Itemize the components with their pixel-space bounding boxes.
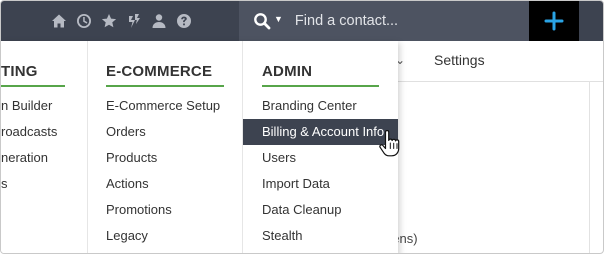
menu-item-users[interactable]: Users [243,145,398,171]
stack-icon[interactable] [126,13,142,29]
menu-list: Branding Center Billing & Account Info U… [243,93,398,249]
column-heading: TING [1,63,38,80]
settings-link[interactable]: Settings [434,52,485,68]
column-underline [1,85,65,87]
mega-dropdown-menu: TING n Builder roadcasts neration s E-CO… [1,41,398,253]
menu-column-marketing: TING n Builder roadcasts neration s [1,41,86,253]
help-icon[interactable] [176,13,192,29]
column-underline [262,85,379,87]
menu-item-legacy[interactable]: Legacy [88,223,242,249]
column-heading: ADMIN [262,63,313,80]
search-icon [254,13,271,30]
menu-item-actions[interactable]: Actions [88,171,242,197]
menu-item-billing-account-info[interactable]: Billing & Account Info [243,119,398,145]
column-heading: E-COMMERCE [106,63,213,80]
menu-item[interactable]: neration [1,145,86,171]
app-frame: ▼ ⌄ Settings eens) TING n Builder roadca… [0,0,604,254]
contact-search: ▼ [239,1,529,41]
menu-list: n Builder roadcasts neration s [1,93,86,197]
add-button[interactable] [529,1,579,41]
menu-item-data-cleanup[interactable]: Data Cleanup [243,197,398,223]
clock-icon[interactable] [76,13,92,29]
menu-item-orders[interactable]: Orders [88,119,242,145]
menu-item-stealth[interactable]: Stealth [243,223,398,249]
menu-item[interactable]: n Builder [1,93,86,119]
menu-item[interactable]: s [1,171,86,197]
menu-item-import-data[interactable]: Import Data [243,171,398,197]
menu-item-branding-center[interactable]: Branding Center [243,93,398,119]
scrollbar-track[interactable] [589,81,590,253]
home-icon[interactable] [51,13,67,29]
star-icon[interactable] [101,13,117,29]
menu-item-products[interactable]: Products [88,145,242,171]
search-type-button[interactable]: ▼ [253,12,283,30]
menu-list: E-Commerce Setup Orders Products Actions… [88,93,242,249]
column-underline [106,85,224,87]
caret-down-icon: ▼ [274,14,283,24]
menu-item-ecommerce-setup[interactable]: E-Commerce Setup [88,93,242,119]
plus-icon [544,11,564,31]
menu-column-ecommerce: E-COMMERCE E-Commerce Setup Orders Produ… [87,41,242,253]
menu-column-admin: ADMIN Branding Center Billing & Account … [242,41,398,253]
person-icon[interactable] [151,13,167,29]
menu-item[interactable]: roadcasts [1,119,86,145]
divider [398,81,603,82]
menu-item-promotions[interactable]: Promotions [88,197,242,223]
top-navigation-bar: ▼ [1,1,603,41]
search-input[interactable] [294,13,495,29]
quick-icons [51,1,192,41]
